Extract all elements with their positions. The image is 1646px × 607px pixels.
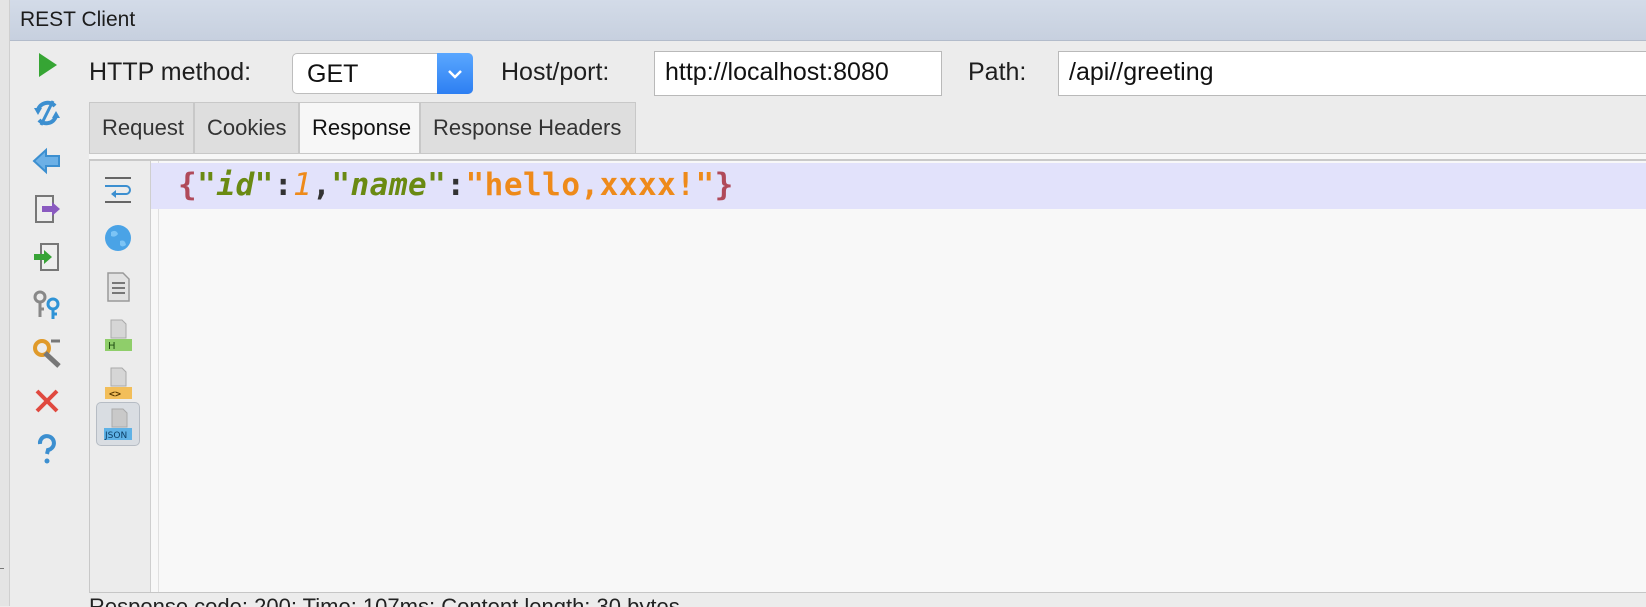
response-panel: H <> JSON {"id":1,"name":"hello,xxxx!"}	[89, 159, 1646, 594]
json-value-id: 1	[293, 167, 313, 203]
json-open-brace: {	[178, 167, 198, 203]
tab-response-headers[interactable]: Response Headers	[420, 102, 636, 153]
http-method-select[interactable]: GET	[292, 53, 473, 94]
status-bar: Response code: 200; Time: 107ms; Content…	[89, 592, 1646, 607]
title-bar: REST Client	[10, 0, 1646, 41]
close-button[interactable]	[24, 381, 70, 421]
keys-button[interactable]	[24, 285, 70, 325]
format-toolbar: H <> JSON	[90, 161, 151, 594]
response-body[interactable]: {"id":1,"name":"hello,xxxx!"}	[178, 167, 734, 203]
refresh-button[interactable]	[24, 93, 70, 133]
export-button[interactable]	[24, 189, 70, 229]
current-line-highlight[interactable]: {"id":1,"name":"hello,xxxx!"}	[151, 163, 1646, 209]
xml-badge: <>	[109, 389, 121, 400]
left-edge-strip	[0, 0, 10, 606]
tab-request[interactable]: Request	[89, 102, 194, 153]
editor-gutter-line	[158, 161, 159, 594]
dropdown-toggle[interactable]	[437, 53, 473, 94]
text-format-button[interactable]	[96, 265, 140, 309]
keys-icon	[33, 290, 60, 319]
chevron-down-icon	[448, 69, 462, 79]
back-icon	[32, 147, 60, 175]
import-icon	[34, 243, 59, 271]
wrap-button[interactable]	[96, 166, 140, 210]
json-colon: :	[273, 167, 293, 203]
browser-view-button[interactable]	[96, 216, 140, 260]
window-title: REST Client	[20, 8, 136, 31]
host-port-input[interactable]: http://localhost:8080	[654, 51, 942, 96]
close-icon	[35, 389, 59, 413]
path-label: Path:	[968, 58, 1027, 86]
tab-response[interactable]: Response	[299, 102, 420, 153]
settings-button[interactable]	[24, 333, 70, 373]
export-icon	[35, 195, 60, 223]
json-value-name: "hello,xxxx!"	[465, 167, 715, 203]
json-format-button[interactable]: JSON	[96, 402, 140, 446]
edge-tick	[0, 568, 4, 569]
json-close-brace: }	[714, 167, 734, 203]
http-method-value: GET	[307, 60, 359, 88]
xml-format-button[interactable]: <>	[96, 361, 140, 405]
wrap-icon	[105, 177, 131, 203]
json-key-id: "id"	[197, 167, 274, 203]
run-icon	[39, 53, 57, 77]
text-format-icon	[107, 272, 130, 302]
run-button[interactable]	[24, 45, 70, 85]
host-port-label: Host/port:	[501, 58, 610, 86]
refresh-icon	[34, 100, 60, 126]
json-format-icon: JSON	[104, 408, 132, 441]
globe-icon	[105, 225, 131, 251]
action-toolbar	[10, 41, 74, 606]
tab-bar: Request Cookies Response Response Header…	[89, 102, 636, 153]
html-format-icon: H	[105, 319, 132, 352]
tab-cookies[interactable]: Cookies	[194, 102, 299, 153]
json-colon: :	[446, 167, 466, 203]
help-button[interactable]	[24, 429, 70, 469]
status-text: Response code: 200; Time: 107ms; Content…	[89, 594, 680, 607]
json-key-name: "name"	[331, 167, 447, 203]
help-icon	[37, 434, 56, 464]
settings-icon	[33, 339, 61, 368]
import-button[interactable]	[24, 237, 70, 277]
http-method-label: HTTP method:	[89, 58, 252, 86]
html-format-button[interactable]: H	[96, 313, 140, 357]
html-badge: H	[108, 341, 116, 352]
json-badge: JSON	[104, 431, 127, 441]
xml-format-icon: <>	[105, 367, 132, 400]
json-comma: ,	[312, 167, 332, 203]
path-input[interactable]: /api//greeting	[1058, 51, 1646, 96]
back-button[interactable]	[24, 141, 70, 181]
